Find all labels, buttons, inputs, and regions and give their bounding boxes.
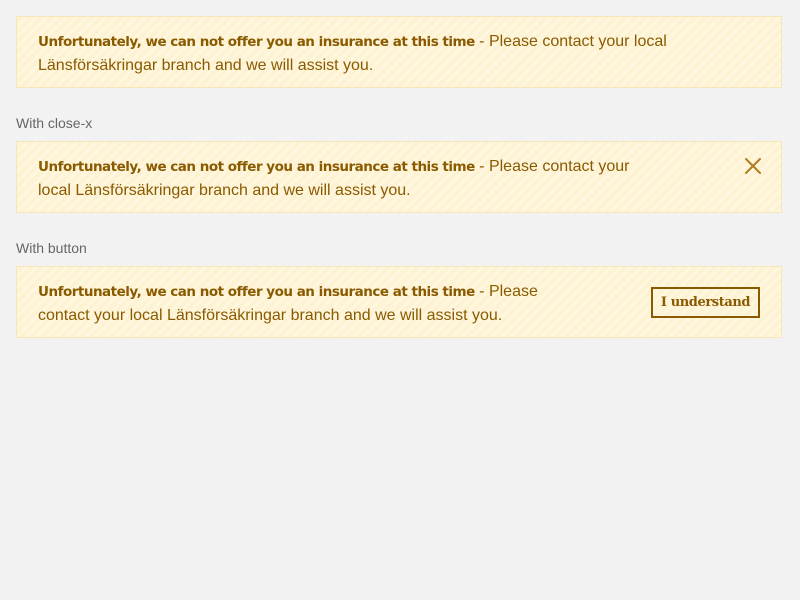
- section-label-button: With button: [16, 240, 87, 256]
- alert-text: Unfortunately, we can not offer you an i…: [38, 155, 638, 202]
- warning-alert: Unfortunately, we can not offer you an i…: [16, 16, 782, 88]
- close-button[interactable]: [743, 156, 763, 176]
- i-understand-button[interactable]: I understand: [651, 287, 760, 318]
- section-label-close-x: With close-x: [16, 115, 93, 131]
- warning-alert-with-button: Unfortunately, we can not offer you an i…: [16, 266, 782, 338]
- alert-text: Unfortunately, we can not offer you an i…: [38, 280, 568, 327]
- alert-title: Unfortunately, we can not offer you an i…: [38, 284, 475, 300]
- alert-title: Unfortunately, we can not offer you an i…: [38, 159, 475, 175]
- close-icon: [745, 158, 761, 174]
- alert-text: Unfortunately, we can not offer you an i…: [38, 30, 768, 77]
- warning-alert-closable: Unfortunately, we can not offer you an i…: [16, 141, 782, 213]
- alert-title: Unfortunately, we can not offer you an i…: [38, 34, 475, 50]
